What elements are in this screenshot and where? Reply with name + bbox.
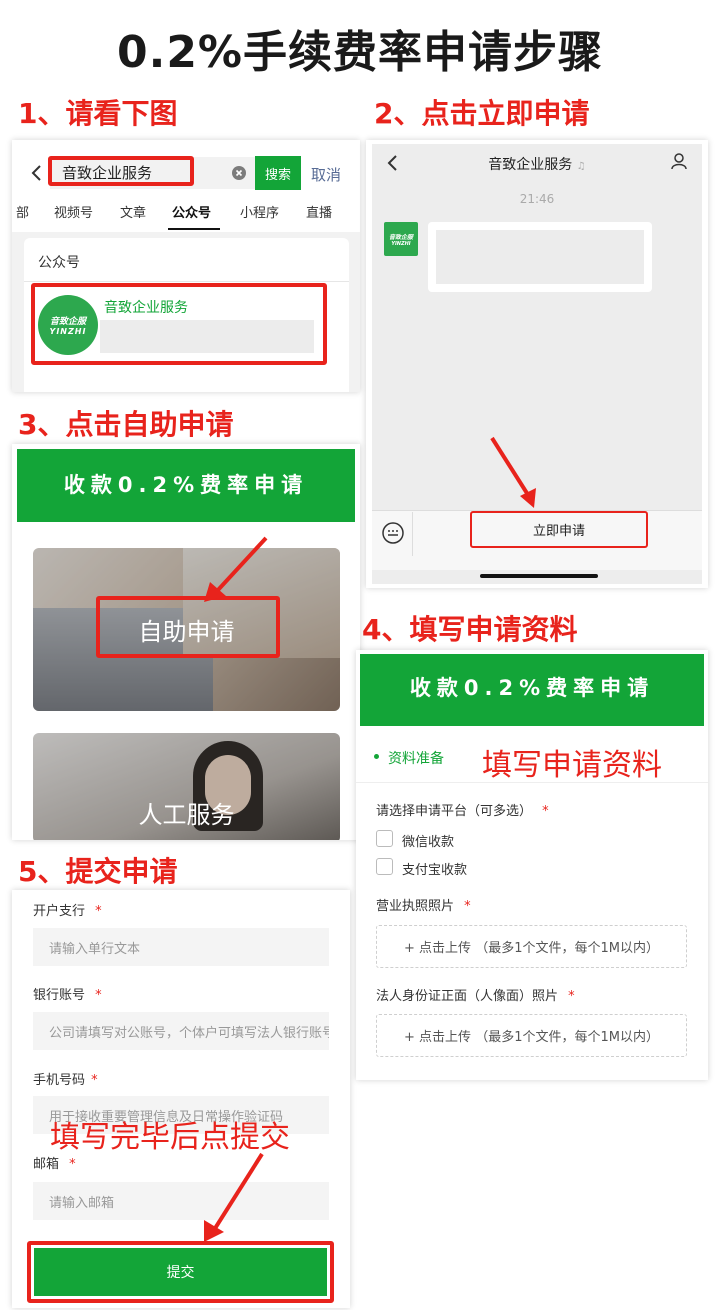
id-card-label-text: 法人身份证正面（人像面）照片 [376, 989, 559, 1004]
email-label-text: 邮箱 [33, 1157, 60, 1172]
tab-partial[interactable]: 部 [16, 202, 29, 221]
chat-panel: 音致企业服务 ♫ 21:46 音致企服 YINZHI 立即申请 [366, 140, 708, 588]
id-card-upload[interactable]: + 点击上传 （最多1个文件，每个1M以内） [376, 1014, 687, 1057]
license-upload[interactable]: + 点击上传 （最多1个文件，每个1M以内） [376, 925, 687, 968]
divider [24, 281, 349, 282]
tab-mini-programs[interactable]: 小程序 [240, 202, 279, 221]
pointer-arrow [490, 436, 536, 508]
platform-label-text: 请选择申请平台（可多选） [376, 804, 533, 819]
wechat-checkbox[interactable] [376, 830, 393, 847]
license-label-text: 营业执照照片 [376, 899, 455, 914]
account-label: 银行账号 * [33, 984, 102, 1003]
required-mark: * [91, 1073, 98, 1088]
step-3-title: 3、点击自助申请 [18, 408, 234, 441]
tab-official-accounts[interactable]: 公众号 [172, 202, 211, 221]
phone-label: 手机号码 * [33, 1069, 98, 1088]
required-mark: * [542, 804, 549, 819]
service-panel: 收款0.2%费率申请 自助申请 人工服务 [12, 444, 360, 840]
tab-underline [168, 228, 220, 230]
apply-now-button[interactable]: 立即申请 [470, 511, 648, 548]
section-title: 资料准备 [388, 751, 444, 767]
required-mark: * [69, 1157, 76, 1172]
section-dot [374, 754, 379, 759]
avatar-top-text: 音致企服 [388, 233, 413, 241]
info-form-panel: 收款0.2%费率申请 资料准备 填写申请资料 请选择申请平台（可多选） * 微信… [356, 650, 708, 1080]
license-label: 营业执照照片 * [376, 895, 471, 914]
step-2-title: 2、点击立即申请 [374, 97, 590, 130]
step-5-title: 5、提交申请 [18, 855, 178, 888]
avatar-bottom-text: YINZHI [391, 240, 411, 247]
required-mark: * [464, 899, 471, 914]
tab-live[interactable]: 直播 [306, 202, 332, 221]
clear-icon[interactable] [232, 166, 246, 180]
step-4-title: 4、填写申请资料 [362, 613, 578, 646]
chat-time: 21:46 [519, 192, 555, 206]
tab-articles[interactable]: 文章 [120, 202, 146, 221]
message-bubble [428, 222, 652, 292]
profile-icon[interactable] [670, 152, 688, 170]
bar-divider [412, 512, 413, 556]
back-icon[interactable] [30, 164, 42, 182]
submit-form-panel: 开户支行 * 请输入单行文本 银行账号 * 公司请填写对公账号，个体户可填写法人… [12, 890, 350, 1308]
bank-branch-label-text: 开户支行 [33, 904, 86, 919]
manual-service-card[interactable]: 人工服务 [33, 733, 340, 840]
home-indicator [480, 574, 598, 578]
required-mark: * [568, 989, 575, 1004]
wechat-option-label: 微信收款 [402, 835, 455, 850]
search-panel: 音致企业服务 搜索 取消 部 视频号 文章 公众号 小程序 直播 公众号 音致企… [12, 140, 360, 392]
manual-service-label: 人工服务 [138, 801, 235, 829]
account-input[interactable]: 公司请填写对公账号，个体户可填写法人银行账号 [33, 1012, 329, 1050]
section-label: 公众号 [38, 255, 80, 271]
form-banner: 收款0.2%费率申请 [360, 654, 704, 726]
message-placeholder [436, 230, 644, 284]
chat-title-text: 音致企业服务 [488, 157, 573, 173]
tab-channels[interactable]: 视频号 [54, 202, 93, 221]
alipay-option-label: 支付宝收款 [402, 863, 468, 878]
step-1-title: 1、请看下图 [18, 97, 178, 130]
phone-label-text: 手机号码 [33, 1073, 86, 1088]
keyboard-icon[interactable] [382, 522, 404, 544]
required-mark: * [95, 988, 102, 1003]
chat-title: 音致企业服务 ♫ [366, 154, 708, 174]
cancel-link[interactable]: 取消 [311, 164, 341, 185]
service-banner: 收款0.2%费率申请 [17, 449, 355, 522]
submit-button[interactable]: 提交 [34, 1248, 327, 1296]
page-title: 0.2%手续费率申请步骤 [116, 27, 604, 78]
fill-annotation: 填写申请资料 [482, 748, 662, 783]
search-button[interactable]: 搜索 [255, 156, 301, 190]
account-label-text: 银行账号 [33, 988, 86, 1003]
required-mark: * [95, 904, 102, 919]
divider [356, 782, 708, 783]
id-card-label: 法人身份证正面（人像面）照片 * [376, 985, 575, 1004]
alipay-checkbox[interactable] [376, 858, 393, 875]
mute-icon: ♫ [576, 161, 586, 172]
pointer-arrow [204, 536, 268, 602]
account-avatar[interactable]: 音致企服 YINZHI [384, 222, 418, 256]
search-query: 音致企业服务 [62, 164, 153, 182]
bank-branch-input[interactable]: 请输入单行文本 [33, 928, 329, 966]
bank-branch-label: 开户支行 * [33, 900, 102, 919]
platform-label: 请选择申请平台（可多选） * [376, 800, 549, 819]
email-input[interactable]: 请输入邮箱 [33, 1182, 329, 1220]
result-highlight [31, 283, 327, 365]
pointer-arrow [204, 1152, 264, 1242]
